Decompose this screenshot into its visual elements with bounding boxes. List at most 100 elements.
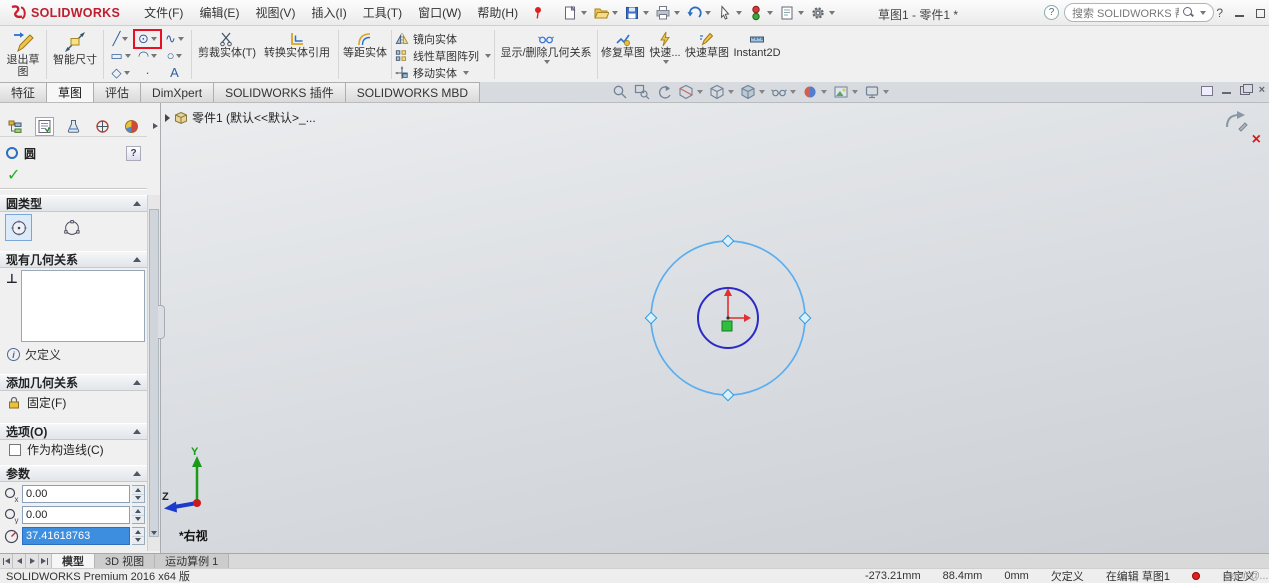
search-box[interactable]: 搜索 SOLIDWORKS 帮助	[1064, 3, 1214, 22]
edit-appearance-icon[interactable]	[802, 84, 827, 100]
rapid-sketch-button[interactable]: 快速草图	[685, 29, 729, 60]
display-delete-relations-button[interactable]: 显示/删除几何关系	[498, 29, 594, 64]
panel-splitter-grip[interactable]	[158, 305, 165, 339]
apply-scene-icon[interactable]	[833, 84, 858, 100]
options-gear-icon[interactable]	[808, 4, 837, 22]
tab-scroll-first-button[interactable]	[0, 554, 13, 568]
section-existing-relations[interactable]: 现有几何关系	[0, 251, 147, 268]
tab-scroll-last-button[interactable]	[39, 554, 52, 568]
search-icon[interactable]	[1183, 7, 1194, 18]
tab-addins[interactable]: SOLIDWORKS 插件	[213, 82, 346, 102]
existing-relations-listbox[interactable]	[21, 270, 145, 342]
radius-input[interactable]: 37.41618763	[22, 527, 130, 545]
feature-manager-tab-icon[interactable]	[6, 117, 25, 136]
menu-view[interactable]: 视图(V)	[247, 1, 303, 24]
3d-views-tab[interactable]: 3D 视图	[95, 554, 155, 568]
menu-file[interactable]: 文件(F)	[136, 1, 191, 24]
property-manager-tab-icon[interactable]	[35, 117, 54, 136]
tab-features[interactable]: 特征	[0, 82, 47, 102]
convert-entities-button[interactable]: 转换实体引用	[259, 29, 335, 60]
display-manager-tab-icon[interactable]	[122, 117, 141, 136]
point-tool[interactable]: ·	[135, 65, 160, 81]
undo-icon[interactable]	[684, 4, 713, 22]
minimize-icon[interactable]	[1235, 9, 1244, 17]
arc-tool[interactable]: ◠	[135, 48, 160, 64]
repair-sketch-button[interactable]: 修复草图	[601, 29, 645, 60]
section-parameters[interactable]: 参数	[0, 465, 147, 482]
ellipse-tool[interactable]: ○	[162, 48, 187, 64]
pm-help-icon[interactable]: ?	[126, 146, 141, 161]
task-pane-icon[interactable]	[1201, 86, 1213, 96]
circle-tool[interactable]: ⊙	[135, 31, 160, 47]
perimeter-circle-button[interactable]	[58, 214, 85, 241]
smart-dimension-button[interactable]: 智能尺寸	[50, 29, 100, 66]
view-orientation-icon[interactable]	[709, 84, 734, 100]
search-input[interactable]: 搜索 SOLIDWORKS 帮助	[1072, 5, 1179, 21]
select-icon[interactable]	[715, 4, 744, 22]
line-tool[interactable]: ╱	[108, 31, 133, 47]
rectangle-tool[interactable]: ▭	[108, 48, 133, 64]
motion-study-tab[interactable]: 运动算例 1	[155, 554, 229, 568]
help-icon[interactable]: ?	[1044, 5, 1059, 20]
rebuild-icon[interactable]	[746, 4, 775, 22]
panel-scrollbar[interactable]	[147, 195, 160, 551]
construction-checkbox[interactable]	[9, 444, 21, 456]
manager-tabs-overflow-icon[interactable]	[153, 123, 158, 129]
zoom-fit-icon[interactable]	[612, 84, 628, 100]
panel-scrollbar-thumb[interactable]	[149, 209, 159, 537]
section-add-relations[interactable]: 添加几何关系	[0, 374, 147, 391]
exit-sketch-button[interactable]: 退出草图	[3, 29, 43, 78]
menu-edit[interactable]: 编辑(E)	[191, 1, 247, 24]
trim-entities-button[interactable]: 剪裁实体(T)	[195, 29, 259, 60]
tab-dimxpert[interactable]: DimXpert	[140, 82, 214, 102]
section-circle-type[interactable]: 圆类型	[0, 195, 147, 212]
display-style-icon[interactable]	[740, 84, 765, 100]
circle-center-point[interactable]	[726, 316, 729, 319]
dimxpert-manager-tab-icon[interactable]	[93, 117, 112, 136]
search-dropdown-icon[interactable]	[1200, 11, 1206, 15]
radius-spinner[interactable]	[132, 527, 145, 545]
instant2d-button[interactable]: Instant2D	[729, 29, 785, 60]
file-properties-icon[interactable]	[777, 4, 806, 22]
center-x-input[interactable]: 0.00	[22, 485, 130, 503]
ok-button[interactable]: ✓	[7, 165, 20, 185]
doc-close-icon[interactable]: ×	[1259, 85, 1265, 96]
model-tab[interactable]: 模型	[52, 554, 95, 568]
center-x-spinner[interactable]	[132, 485, 145, 503]
cancel-sketch-icon[interactable]: ×	[1252, 132, 1261, 148]
view-settings-icon[interactable]	[864, 84, 889, 100]
doc-minimize-icon[interactable]	[1222, 87, 1231, 94]
configuration-manager-tab-icon[interactable]	[64, 117, 83, 136]
sw-help-icon[interactable]: ?	[1216, 6, 1223, 20]
open-icon[interactable]	[591, 4, 620, 22]
section-options[interactable]: 选项(O)	[0, 423, 147, 440]
maximize-icon[interactable]	[1256, 9, 1265, 18]
center-y-input[interactable]: 0.00	[22, 506, 130, 524]
zoom-area-icon[interactable]	[634, 84, 650, 100]
tab-sketch[interactable]: 草图	[46, 82, 94, 102]
graphics-viewport[interactable]: 零件1 (默认<<默认>_... Y	[161, 103, 1269, 553]
tab-scroll-next-button[interactable]	[26, 554, 39, 568]
move-entities-button[interactable]: 移动实体	[395, 65, 491, 80]
selected-center-point[interactable]	[722, 321, 732, 331]
offset-entities-button[interactable]: 等距实体	[342, 29, 388, 60]
center-circle-button[interactable]	[5, 214, 32, 241]
text-tool[interactable]: A	[162, 65, 187, 81]
status-customize[interactable]: 自定义	[1222, 568, 1255, 583]
print-icon[interactable]	[653, 4, 682, 22]
new-document-icon[interactable]	[560, 4, 589, 22]
previous-view-icon[interactable]	[656, 84, 672, 100]
menu-tools[interactable]: 工具(T)	[355, 1, 410, 24]
menu-window[interactable]: 窗口(W)	[410, 1, 469, 24]
hide-show-items-icon[interactable]	[771, 84, 796, 100]
save-icon[interactable]	[622, 4, 651, 22]
tab-mbd[interactable]: SOLIDWORKS MBD	[345, 82, 480, 102]
quick-snaps-button[interactable]: 快速...	[645, 29, 685, 64]
tab-scroll-prev-button[interactable]	[13, 554, 26, 568]
fix-relation-button[interactable]: 固定(F)	[7, 394, 66, 411]
doc-restore-icon[interactable]	[1240, 86, 1250, 95]
section-view-icon[interactable]	[678, 84, 703, 100]
polygon-tool[interactable]: ◇	[108, 65, 133, 81]
menu-help[interactable]: 帮助(H)	[469, 1, 526, 24]
linear-pattern-button[interactable]: 线性草图阵列	[395, 48, 491, 63]
